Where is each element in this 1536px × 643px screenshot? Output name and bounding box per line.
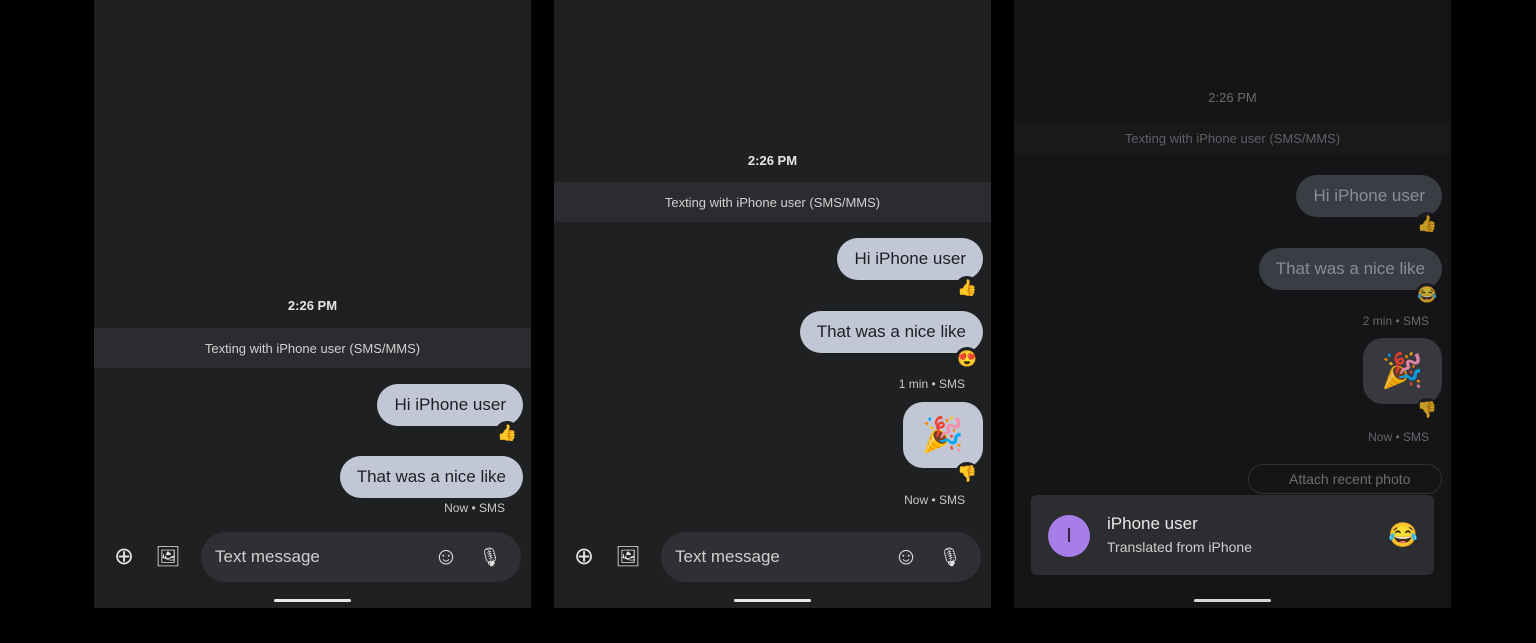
home-indicator[interactable] xyxy=(734,599,811,602)
sms-banner: Texting with iPhone user (SMS/MMS) xyxy=(94,328,531,368)
message-input[interactable]: Text message ☺ 🎙 xyxy=(201,532,521,582)
thumbs-up-reaction-icon[interactable]: 👍 xyxy=(955,276,979,300)
add-icon[interactable]: ⊕ xyxy=(109,542,139,572)
message-status: Now • SMS xyxy=(904,493,965,507)
phone-screen-1: 2:26 PM Texting with iPhone user (SMS/MM… xyxy=(94,0,531,608)
message-bubble[interactable]: Hi iPhone user xyxy=(1296,175,1442,217)
notification-title: iPhone user xyxy=(1107,514,1198,533)
message-input[interactable]: Text message ☺ 🎙 xyxy=(661,532,981,582)
message-status: 1 min • SMS xyxy=(898,377,965,391)
message-status: Now • SMS xyxy=(1368,430,1429,444)
message-bubble[interactable]: Hi iPhone user xyxy=(837,238,983,280)
mic-icon[interactable]: 🎙 xyxy=(935,542,965,572)
message-status: Now • SMS xyxy=(444,501,505,515)
message-placeholder: Text message xyxy=(215,547,320,566)
thumbs-up-reaction-icon[interactable]: 👍 xyxy=(1415,212,1439,236)
timestamp: 2:26 PM xyxy=(1208,90,1257,105)
timestamp: 2:26 PM xyxy=(747,153,798,168)
laughing-reaction-icon[interactable]: 😂 xyxy=(1415,283,1439,307)
emoji-icon[interactable]: ☺ xyxy=(431,542,461,572)
party-sticker[interactable]: 🎉 xyxy=(1363,338,1442,404)
sms-banner: Texting with iPhone user (SMS/MMS) xyxy=(554,182,991,222)
message-bubble[interactable]: That was a nice like xyxy=(339,456,523,498)
notification-subtitle: Translated from iPhone xyxy=(1107,539,1252,555)
add-icon[interactable]: ⊕ xyxy=(569,542,599,572)
message-bubble[interactable]: Hi iPhone user xyxy=(377,384,523,426)
gallery-icon[interactable]: 🖼 xyxy=(153,542,183,572)
attach-recent-photo-chip[interactable]: Attach recent photo xyxy=(1248,464,1442,494)
mic-icon[interactable]: 🎙 xyxy=(475,542,505,572)
home-indicator[interactable] xyxy=(1194,599,1271,602)
sms-banner: Texting with iPhone user (SMS/MMS) xyxy=(1014,122,1451,154)
home-indicator[interactable] xyxy=(274,599,351,602)
message-status: 2 min • SMS xyxy=(1362,314,1429,328)
heart-eyes-reaction-icon[interactable]: 😍 xyxy=(955,347,979,371)
message-bubble[interactable]: That was a nice like xyxy=(1258,248,1442,290)
phone-screen-2: 2:26 PM Texting with iPhone user (SMS/MM… xyxy=(554,0,991,608)
phone-screen-3: 2:26 PM Texting with iPhone user (SMS/MM… xyxy=(1014,0,1451,608)
thumbs-up-reaction-icon[interactable]: 👍 xyxy=(495,421,519,445)
message-bubble[interactable]: That was a nice like xyxy=(799,311,983,353)
message-placeholder: Text message xyxy=(675,547,780,566)
gallery-icon[interactable]: 🖼 xyxy=(613,542,643,572)
party-sticker[interactable]: 🎉 xyxy=(903,402,983,468)
notification-card[interactable]: I iPhone user Translated from iPhone 😂 xyxy=(1031,495,1434,575)
thumbs-down-reaction-icon[interactable]: 👎 xyxy=(1415,398,1439,422)
laughing-emoji-icon: 😂 xyxy=(1388,522,1418,549)
avatar: I xyxy=(1048,515,1090,557)
timestamp: 2:26 PM xyxy=(287,298,338,313)
thumbs-down-reaction-icon[interactable]: 👎 xyxy=(955,462,979,486)
emoji-icon[interactable]: ☺ xyxy=(891,542,921,572)
